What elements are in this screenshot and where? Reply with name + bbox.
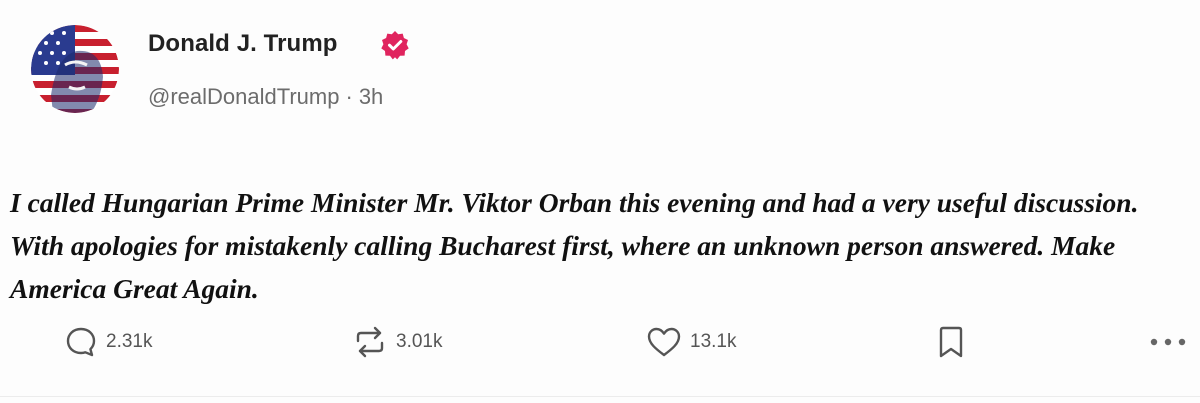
avatar[interactable] bbox=[31, 25, 119, 113]
more-dots-icon bbox=[1150, 338, 1186, 346]
repost-arrows-icon bbox=[356, 326, 384, 358]
verified-badge-icon bbox=[380, 30, 410, 60]
post-body: I called Hungarian Prime Minister Mr. Vi… bbox=[10, 187, 1139, 304]
repost-button[interactable]: 3.01k bbox=[352, 324, 442, 360]
reply-bubble-icon bbox=[66, 327, 96, 357]
author-name[interactable]: Donald J. Trump bbox=[148, 30, 338, 58]
post-timestamp[interactable]: 3h bbox=[359, 84, 383, 109]
repost-count: 3.01k bbox=[396, 331, 443, 352]
meta-separator: · bbox=[345, 84, 353, 109]
bookmark-button[interactable] bbox=[936, 324, 966, 360]
like-count: 13.1k bbox=[690, 331, 737, 352]
avatar-image bbox=[31, 25, 119, 113]
post-card: Donald J. Trump @realDonaldTrump · 3h I ca… bbox=[0, 0, 1200, 403]
author-handle[interactable]: @realDonaldTrump bbox=[148, 84, 339, 109]
post-divider bbox=[0, 396, 1200, 397]
bookmark-icon bbox=[939, 326, 963, 358]
like-button[interactable]: 13.1k bbox=[646, 324, 736, 360]
heart-icon bbox=[647, 327, 681, 357]
more-options-button[interactable] bbox=[1148, 324, 1188, 360]
author-meta: @realDonaldTrump · 3h bbox=[148, 84, 383, 110]
reply-button[interactable]: 2.31k bbox=[64, 324, 152, 360]
reply-count: 2.31k bbox=[106, 331, 153, 352]
